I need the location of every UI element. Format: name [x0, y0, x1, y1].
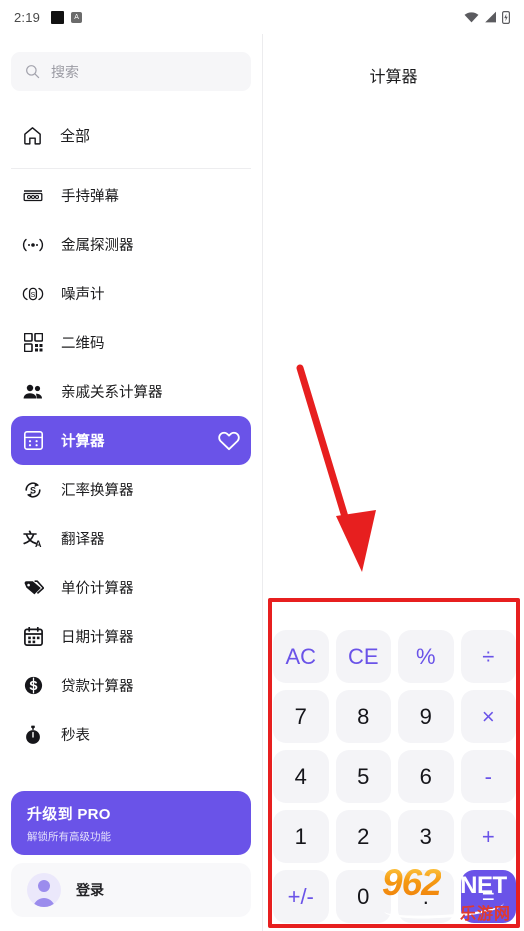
sidebar-item-date[interactable]: 日期计算器 — [11, 612, 251, 661]
search-container: 搜索 — [0, 34, 262, 91]
sidebar-item-label: 日期计算器 — [61, 630, 134, 646]
pro-title: 升级到 PRO — [27, 806, 111, 823]
sidebar-item-label: 二维码 — [61, 336, 105, 352]
dollar-circle-icon: S — [22, 675, 44, 697]
login-label: 登录 — [76, 882, 104, 898]
pro-subtitle: 解锁所有高级功能 — [27, 831, 111, 843]
key-ce[interactable]: CE — [335, 630, 391, 683]
search-input[interactable]: 搜索 — [11, 52, 251, 91]
danmaku-icon — [22, 185, 44, 207]
sidebar-nav-list: 手持弹幕 金属探测器 S 噪声计 二维码 亲戚关系计算器 计算器 S 汇率换算器… — [0, 169, 262, 759]
wifi-icon — [464, 11, 479, 22]
key-1[interactable]: 1 — [273, 810, 329, 863]
sidebar-item-stopwatch[interactable]: 秒表 — [11, 710, 251, 759]
key-minus[interactable]: - — [460, 750, 516, 803]
key-2[interactable]: 2 — [335, 810, 391, 863]
key-plus[interactable]: + — [460, 810, 516, 863]
price-tag-icon — [22, 577, 44, 599]
app-badge-icon: A — [71, 11, 83, 23]
search-icon — [26, 65, 40, 79]
qrcode-icon — [22, 332, 44, 354]
svg-text:S: S — [30, 485, 36, 495]
black-square-icon — [51, 10, 65, 24]
app-root: 2:19 A 搜索 全部 手持弹幕 金属探测器 S 噪声计 二维码 亲戚关系计算… — [0, 0, 524, 931]
sidebar-item-label: 计算器 — [61, 434, 105, 450]
key-4[interactable]: 4 — [273, 750, 329, 803]
sidebar-item-danmaku[interactable]: 手持弹幕 — [11, 171, 251, 220]
key-decimal[interactable]: . — [398, 870, 454, 923]
key-percent[interactable]: % — [398, 630, 454, 683]
sidebar-item-label: 汇率换算器 — [61, 483, 134, 499]
sidebar-item-calculator[interactable]: 计算器 — [11, 416, 251, 465]
svg-text:A: A — [35, 539, 42, 549]
sidebar: 搜索 全部 手持弹幕 金属探测器 S 噪声计 二维码 亲戚关系计算器 计算器 S… — [0, 34, 262, 931]
people-icon — [22, 381, 44, 403]
status-right-icons — [464, 10, 510, 24]
search-placeholder: 搜索 — [51, 63, 79, 80]
translate-icon: 文 A — [22, 528, 44, 550]
content-panel: 计算器 AC CE % ÷ 7 8 9 × 4 5 6 - 1 2 3 + +/… — [263, 34, 524, 931]
sidebar-item-noise-meter[interactable]: S 噪声计 — [11, 269, 251, 318]
sidebar-item-label: 手持弹幕 — [61, 189, 119, 205]
key-divide[interactable]: ÷ — [460, 630, 516, 683]
svg-text:S: S — [31, 292, 36, 299]
login-button[interactable]: 登录 — [11, 863, 251, 917]
page-title: 计算器 — [369, 69, 418, 86]
status-left-icons: A — [51, 10, 83, 24]
sidebar-item-translator[interactable]: 文 A 翻译器 — [11, 514, 251, 563]
battery-icon — [502, 10, 510, 24]
sidebar-item-qrcode[interactable]: 二维码 — [11, 318, 251, 367]
upgrade-pro-card[interactable]: 升级到 PRO 解锁所有高级功能 — [11, 791, 251, 855]
stopwatch-icon — [22, 724, 44, 746]
sidebar-item-all-label: 全部 — [60, 127, 91, 145]
signal-icon — [485, 11, 496, 23]
metal-detector-icon — [22, 234, 44, 256]
status-bar: 2:19 A — [0, 0, 524, 34]
status-time: 2:19 — [14, 9, 41, 25]
sidebar-item-label: 噪声计 — [61, 287, 105, 303]
key-5[interactable]: 5 — [335, 750, 391, 803]
sidebar-item-label: 翻译器 — [61, 532, 105, 548]
sidebar-item-label: 亲戚关系计算器 — [61, 385, 163, 401]
sidebar-item-label: 单价计算器 — [61, 581, 134, 597]
sidebar-item-label: 秒表 — [61, 728, 90, 744]
sidebar-item-currency[interactable]: S 汇率换算器 — [11, 465, 251, 514]
calculator-icon — [22, 430, 44, 452]
noise-meter-icon: S — [22, 283, 44, 305]
key-multiply[interactable]: × — [460, 690, 516, 743]
calculator-keypad: AC CE % ÷ 7 8 9 × 4 5 6 - 1 2 3 + +/- 0 … — [273, 616, 516, 931]
currency-exchange-icon: S — [22, 479, 44, 501]
home-icon — [24, 126, 41, 145]
sidebar-item-label: 贷款计算器 — [61, 679, 134, 695]
key-0[interactable]: 0 — [335, 870, 391, 923]
sidebar-item-relatives[interactable]: 亲戚关系计算器 — [11, 367, 251, 416]
key-ac[interactable]: AC — [273, 630, 329, 683]
key-7[interactable]: 7 — [273, 690, 329, 743]
sidebar-item-label: 金属探测器 — [61, 238, 134, 254]
key-equals[interactable]: = — [460, 870, 516, 923]
heart-icon[interactable] — [218, 431, 240, 451]
key-3[interactable]: 3 — [398, 810, 454, 863]
calendar-icon — [22, 626, 44, 648]
sidebar-item-loan[interactable]: S 贷款计算器 — [11, 661, 251, 710]
avatar — [27, 873, 61, 907]
sidebar-item-unit-price[interactable]: 单价计算器 — [11, 563, 251, 612]
key-6[interactable]: 6 — [398, 750, 454, 803]
key-9[interactable]: 9 — [398, 690, 454, 743]
sidebar-item-all[interactable]: 全部 — [0, 113, 262, 157]
sidebar-item-metal-detector[interactable]: 金属探测器 — [11, 220, 251, 269]
key-sign[interactable]: +/- — [273, 870, 329, 923]
key-8[interactable]: 8 — [335, 690, 391, 743]
